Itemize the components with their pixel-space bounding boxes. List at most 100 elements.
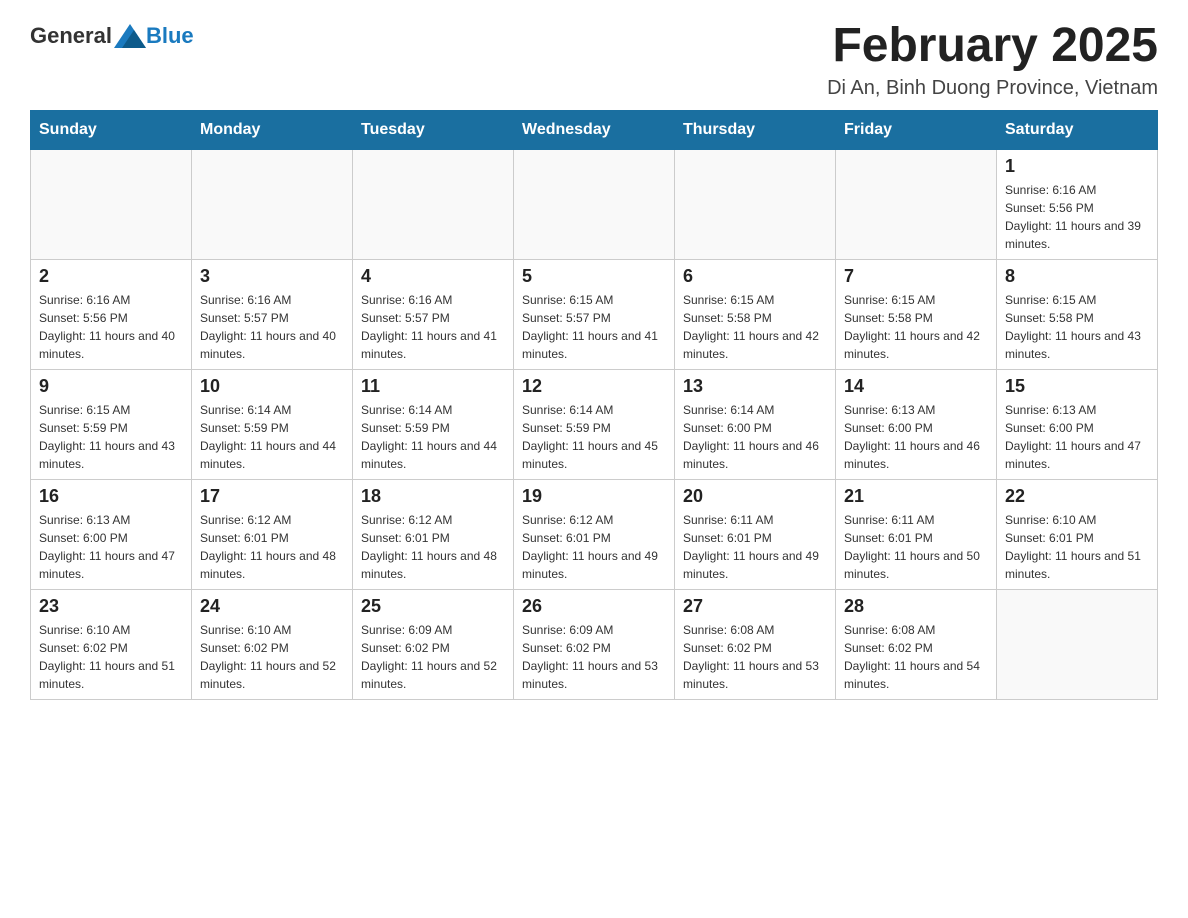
table-row: 21Sunrise: 6:11 AMSunset: 6:01 PMDayligh… xyxy=(836,479,997,589)
table-row: 27 Sunrise: 6:08 AMSunset: 6:02 PMDayligh… xyxy=(675,589,836,699)
cell-sun-info: Sunrise: 6:15 AMSunset: 5:58 PMDaylight:… xyxy=(1005,291,1149,363)
cell-day-number: 26 xyxy=(522,596,666,617)
cell-sun-info: Sunrise: 6:10 AMSunset: 6:02 PMDaylight:… xyxy=(39,621,183,693)
table-row: 24 Sunrise: 6:10 AMSunset: 6:02 PMDayligh… xyxy=(192,589,353,699)
col-friday: Friday xyxy=(836,110,997,149)
cell-sun-info: Sunrise: 6:12 AMSunset: 6:01 PMDaylight:… xyxy=(522,511,666,583)
table-row: 13 Sunrise: 6:14 AMSunset: 6:00 PMDayligh… xyxy=(675,369,836,479)
table-row: 16 Sunrise: 6:13 AMSunset: 6:00 PMDayligh… xyxy=(31,479,192,589)
col-monday: Monday xyxy=(192,110,353,149)
cell-day-number: 8 xyxy=(1005,266,1149,287)
table-row xyxy=(353,149,514,259)
calendar-week-row: 23 Sunrise: 6:10 AMSunset: 6:02 PMDayligh… xyxy=(31,589,1158,699)
table-row: 9Sunrise: 6:15 AMSunset: 5:59 PMDaylight… xyxy=(31,369,192,479)
logo-general-text: General xyxy=(30,23,112,49)
calendar-week-row: 1 Sunrise: 6:16 AMSunset: 5:56 PMDaylight… xyxy=(31,149,1158,259)
cell-sun-info: Sunrise: 6:08 AMSunset: 6:02 PMDaylight:… xyxy=(844,621,988,693)
cell-sun-info: Sunrise: 6:10 AMSunset: 6:02 PMDaylight:… xyxy=(200,621,344,693)
cell-day-number: 28 xyxy=(844,596,988,617)
cell-sun-info: Sunrise: 6:14 AMSunset: 5:59 PMDaylight:… xyxy=(522,401,666,473)
cell-sun-info: Sunrise: 6:12 AMSunset: 6:01 PMDaylight:… xyxy=(361,511,505,583)
cell-day-number: 12 xyxy=(522,376,666,397)
cell-day-number: 6 xyxy=(683,266,827,287)
table-row: 4 Sunrise: 6:16 AMSunset: 5:57 PMDaylight… xyxy=(353,259,514,369)
table-row: 19 Sunrise: 6:12 AMSunset: 6:01 PMDayligh… xyxy=(514,479,675,589)
logo-blue-text: Blue xyxy=(146,23,194,49)
cell-day-number: 1 xyxy=(1005,156,1149,177)
table-row: 23 Sunrise: 6:10 AMSunset: 6:02 PMDayligh… xyxy=(31,589,192,699)
table-row: 14 Sunrise: 6:13 AMSunset: 6:00 PMDayligh… xyxy=(836,369,997,479)
cell-day-number: 14 xyxy=(844,376,988,397)
calendar-table: Sunday Monday Tuesday Wednesday Thursday… xyxy=(30,110,1158,700)
cell-day-number: 17 xyxy=(200,486,344,507)
calendar-week-row: 9Sunrise: 6:15 AMSunset: 5:59 PMDaylight… xyxy=(31,369,1158,479)
cell-day-number: 3 xyxy=(200,266,344,287)
table-row xyxy=(675,149,836,259)
cell-sun-info: Sunrise: 6:16 AMSunset: 5:56 PMDaylight:… xyxy=(1005,181,1149,253)
table-row: 26 Sunrise: 6:09 AMSunset: 6:02 PMDayligh… xyxy=(514,589,675,699)
table-row xyxy=(514,149,675,259)
cell-sun-info: Sunrise: 6:16 AMSunset: 5:56 PMDaylight:… xyxy=(39,291,183,363)
calendar-week-row: 2 Sunrise: 6:16 AMSunset: 5:56 PMDaylight… xyxy=(31,259,1158,369)
table-row: 11Sunrise: 6:14 AMSunset: 5:59 PMDayligh… xyxy=(353,369,514,479)
cell-sun-info: Sunrise: 6:15 AMSunset: 5:58 PMDaylight:… xyxy=(844,291,988,363)
table-row: 18 Sunrise: 6:12 AMSunset: 6:01 PMDayligh… xyxy=(353,479,514,589)
table-row xyxy=(997,589,1158,699)
month-title: February 2025 xyxy=(827,20,1158,73)
cell-sun-info: Sunrise: 6:15 AMSunset: 5:58 PMDaylight:… xyxy=(683,291,827,363)
table-row: 5 Sunrise: 6:15 AMSunset: 5:57 PMDaylight… xyxy=(514,259,675,369)
col-sunday: Sunday xyxy=(31,110,192,149)
cell-sun-info: Sunrise: 6:13 AMSunset: 6:00 PMDaylight:… xyxy=(844,401,988,473)
col-tuesday: Tuesday xyxy=(353,110,514,149)
cell-sun-info: Sunrise: 6:14 AMSunset: 6:00 PMDaylight:… xyxy=(683,401,827,473)
cell-day-number: 19 xyxy=(522,486,666,507)
cell-day-number: 21 xyxy=(844,486,988,507)
table-row: 28 Sunrise: 6:08 AMSunset: 6:02 PMDayligh… xyxy=(836,589,997,699)
table-row: 12 Sunrise: 6:14 AMSunset: 5:59 PMDayligh… xyxy=(514,369,675,479)
table-row: 6 Sunrise: 6:15 AMSunset: 5:58 PMDaylight… xyxy=(675,259,836,369)
cell-sun-info: Sunrise: 6:16 AMSunset: 5:57 PMDaylight:… xyxy=(361,291,505,363)
table-row: 3 Sunrise: 6:16 AMSunset: 5:57 PMDaylight… xyxy=(192,259,353,369)
col-thursday: Thursday xyxy=(675,110,836,149)
table-row: 10Sunrise: 6:14 AMSunset: 5:59 PMDayligh… xyxy=(192,369,353,479)
cell-sun-info: Sunrise: 6:13 AMSunset: 6:00 PMDaylight:… xyxy=(1005,401,1149,473)
table-row: 25Sunrise: 6:09 AMSunset: 6:02 PMDayligh… xyxy=(353,589,514,699)
cell-day-number: 15 xyxy=(1005,376,1149,397)
cell-day-number: 27 xyxy=(683,596,827,617)
col-saturday: Saturday xyxy=(997,110,1158,149)
page-header: General Blue February 2025 Di An, Binh D… xyxy=(30,20,1158,100)
cell-sun-info: Sunrise: 6:12 AMSunset: 6:01 PMDaylight:… xyxy=(200,511,344,583)
col-wednesday: Wednesday xyxy=(514,110,675,149)
table-row: 7 Sunrise: 6:15 AMSunset: 5:58 PMDaylight… xyxy=(836,259,997,369)
cell-day-number: 23 xyxy=(39,596,183,617)
table-row: 17 Sunrise: 6:12 AMSunset: 6:01 PMDayligh… xyxy=(192,479,353,589)
location-title: Di An, Binh Duong Province, Vietnam xyxy=(827,77,1158,100)
table-row: 22Sunrise: 6:10 AMSunset: 6:01 PMDayligh… xyxy=(997,479,1158,589)
table-row: 20Sunrise: 6:11 AMSunset: 6:01 PMDayligh… xyxy=(675,479,836,589)
title-block: February 2025 Di An, Binh Duong Province… xyxy=(827,20,1158,100)
cell-day-number: 13 xyxy=(683,376,827,397)
cell-day-number: 4 xyxy=(361,266,505,287)
cell-sun-info: Sunrise: 6:13 AMSunset: 6:00 PMDaylight:… xyxy=(39,511,183,583)
cell-sun-info: Sunrise: 6:08 AMSunset: 6:02 PMDaylight:… xyxy=(683,621,827,693)
cell-day-number: 2 xyxy=(39,266,183,287)
cell-day-number: 22 xyxy=(1005,486,1149,507)
calendar-week-row: 16 Sunrise: 6:13 AMSunset: 6:00 PMDayligh… xyxy=(31,479,1158,589)
cell-day-number: 16 xyxy=(39,486,183,507)
logo: General Blue xyxy=(30,20,194,52)
table-row: 8 Sunrise: 6:15 AMSunset: 5:58 PMDaylight… xyxy=(997,259,1158,369)
cell-sun-info: Sunrise: 6:15 AMSunset: 5:57 PMDaylight:… xyxy=(522,291,666,363)
table-row xyxy=(31,149,192,259)
calendar-header-row: Sunday Monday Tuesday Wednesday Thursday… xyxy=(31,110,1158,149)
cell-day-number: 18 xyxy=(361,486,505,507)
cell-sun-info: Sunrise: 6:14 AMSunset: 5:59 PMDaylight:… xyxy=(200,401,344,473)
cell-day-number: 5 xyxy=(522,266,666,287)
cell-day-number: 24 xyxy=(200,596,344,617)
cell-sun-info: Sunrise: 6:09 AMSunset: 6:02 PMDaylight:… xyxy=(522,621,666,693)
logo-icon xyxy=(114,20,146,52)
cell-sun-info: Sunrise: 6:16 AMSunset: 5:57 PMDaylight:… xyxy=(200,291,344,363)
cell-sun-info: Sunrise: 6:09 AMSunset: 6:02 PMDaylight:… xyxy=(361,621,505,693)
cell-day-number: 9 xyxy=(39,376,183,397)
cell-day-number: 11 xyxy=(361,376,505,397)
cell-day-number: 7 xyxy=(844,266,988,287)
